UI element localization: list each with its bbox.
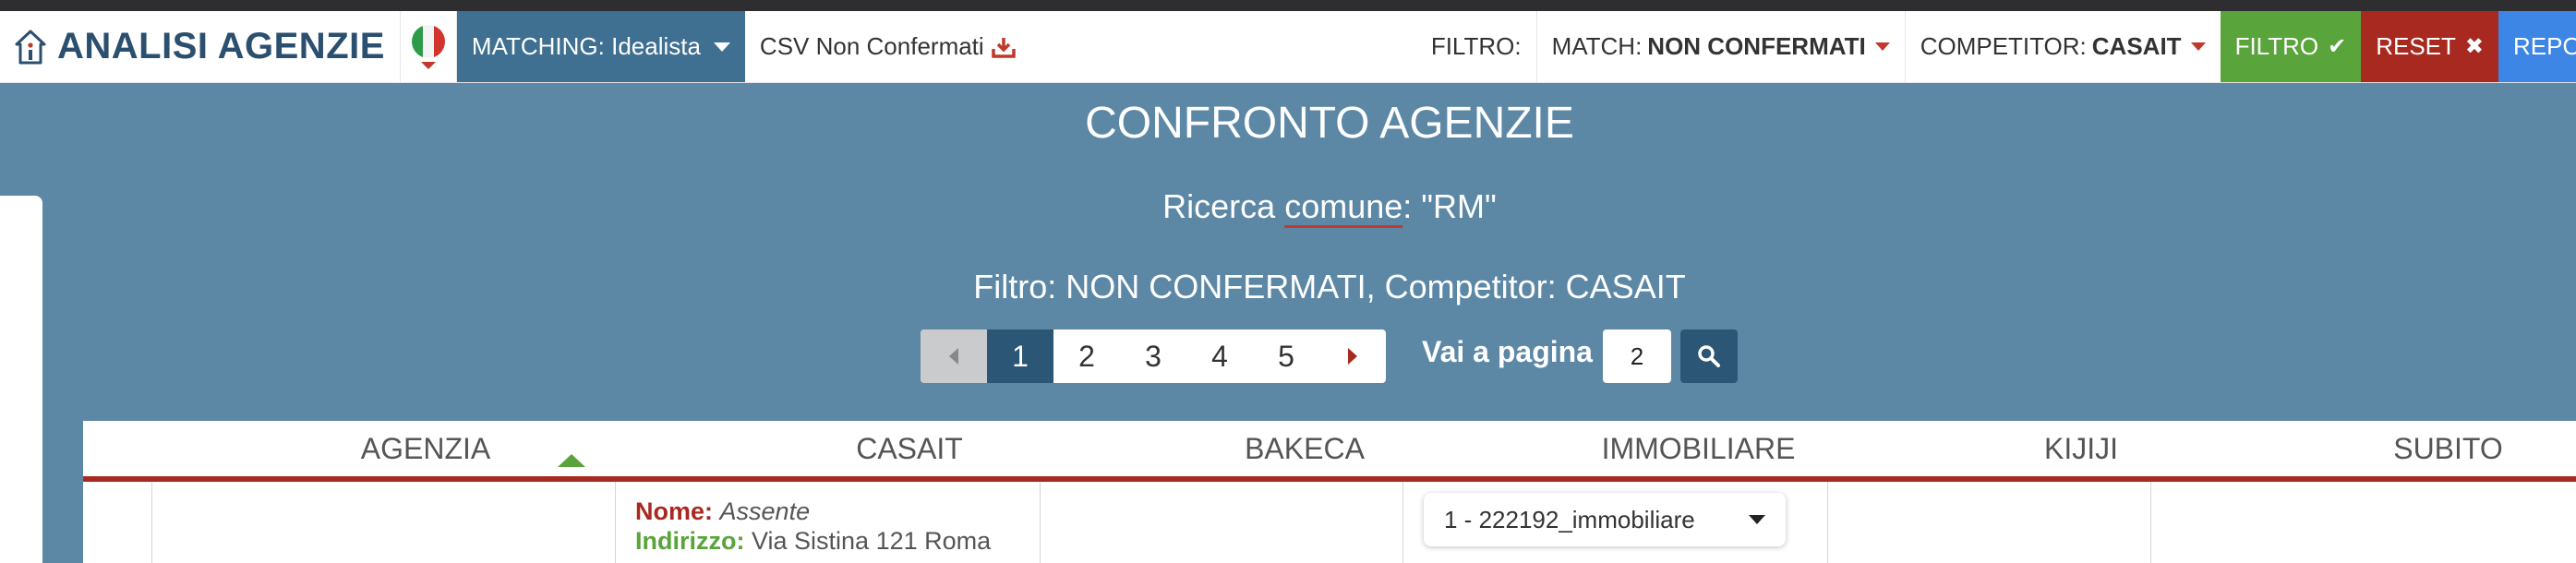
filtro-button[interactable]: FILTRO ✔	[2220, 11, 2362, 82]
casait-nome-line: Nome: Assente	[635, 497, 991, 526]
next-page-button[interactable]	[1319, 329, 1386, 383]
filtro-button-label: FILTRO	[2234, 32, 2319, 60]
competitor-key: COMPETITOR:	[1920, 32, 2087, 60]
window-top-strip	[0, 0, 2576, 11]
filter-label: FILTRO:	[1416, 11, 1536, 82]
report-button[interactable]: REPORT	[2498, 11, 2576, 82]
casait-cell: Nome: Assente Indirizzo: Via Sistina 121…	[635, 497, 991, 556]
side-panel	[0, 196, 42, 563]
column-divider	[1040, 482, 1041, 563]
page-title: CONFRONTO AGENZIE	[1085, 99, 1574, 148]
navbar-spacer	[1030, 11, 1416, 82]
search-word: comune	[1284, 187, 1403, 225]
chevron-left-icon	[949, 348, 958, 365]
page-button-4[interactable]: 4	[1186, 329, 1253, 383]
italy-flag-icon	[411, 24, 445, 58]
casait-indirizzo-value: Via Sistina 121 Roma	[752, 527, 992, 555]
agencies-table: AGENZIA CASAIT BAKECA IMMOBILIARE KIJIJI…	[83, 421, 2576, 563]
matching-dropdown[interactable]: MATCHING: Idealista	[456, 11, 745, 82]
page-button-5[interactable]: 5	[1253, 329, 1319, 383]
column-divider	[615, 482, 616, 563]
search-prefix: Ricerca	[1162, 187, 1285, 225]
check-icon: ✔	[2328, 34, 2347, 59]
chevron-down-icon	[713, 42, 730, 52]
brand[interactable]: ANALISI AGENZIE	[0, 11, 400, 82]
reset-button[interactable]: RESET ✖	[2361, 11, 2498, 82]
home-info-icon	[15, 30, 46, 64]
filter-summary: Filtro: NON CONFERMATI, Competitor: CASA…	[973, 268, 1686, 305]
column-divider	[1402, 482, 1403, 563]
goto-page-label: Vai a pagina	[1422, 335, 1593, 368]
match-dropdown[interactable]: MATCH: NON CONFERMATI	[1535, 11, 1905, 82]
language-selector[interactable]	[399, 11, 457, 82]
chevron-down-icon	[2190, 42, 2206, 51]
download-icon	[991, 37, 1016, 58]
casait-indirizzo-key: Indirizzo:	[635, 527, 745, 555]
csv-non-confermati-link[interactable]: CSV Non Confermati	[745, 11, 1030, 82]
goto-page-button[interactable]	[1680, 329, 1738, 383]
casait-nome-key: Nome:	[635, 497, 714, 525]
chevron-down-icon	[1749, 515, 1765, 524]
immobiliare-select-value: 1 - 222192_immobiliare	[1444, 505, 1695, 533]
pagination: 1 2 3 4 5	[921, 329, 1386, 383]
chevron-down-icon	[1874, 42, 1890, 51]
competitor-dropdown[interactable]: COMPETITOR: CASAIT	[1904, 11, 2221, 82]
matching-label: MATCHING: Idealista	[471, 32, 701, 60]
search-icon	[1698, 345, 1720, 367]
top-navbar: ANALISI AGENZIE MATCHING: Idealista CSV …	[0, 11, 2576, 83]
page-button-1[interactable]: 1	[987, 329, 1053, 383]
chevron-right-icon	[1348, 348, 1357, 365]
search-suffix: : "RM"	[1402, 187, 1497, 225]
immobiliare-select[interactable]: 1 - 222192_immobiliare	[1424, 493, 1786, 546]
casait-nome-value: Assente	[719, 497, 811, 525]
casait-indirizzo-line: Indirizzo: Via Sistina 121 Roma	[635, 526, 991, 556]
prev-page-button[interactable]	[921, 329, 987, 383]
sort-ascending-icon[interactable]	[558, 454, 585, 467]
page-button-3[interactable]: 3	[1120, 329, 1186, 383]
match-value: NON CONFERMATI	[1647, 32, 1866, 60]
column-divider	[2150, 482, 2151, 563]
competitor-value: CASAIT	[2091, 32, 2182, 60]
page-button-2[interactable]: 2	[1053, 329, 1120, 383]
column-divider	[151, 482, 152, 563]
match-key: MATCH:	[1551, 32, 1643, 60]
chevron-down-icon	[420, 61, 436, 69]
csv-label: CSV Non Confermati	[759, 32, 984, 60]
table-header: AGENZIA CASAIT BAKECA IMMOBILIARE KIJIJI…	[83, 421, 2576, 482]
close-icon: ✖	[2464, 34, 2484, 59]
goto-page-input[interactable]	[1603, 329, 1671, 383]
column-header-subito[interactable]: SUBITO	[2150, 421, 2576, 476]
table-body: Nome: Assente Indirizzo: Via Sistina 121…	[83, 482, 2576, 563]
report-button-label: REPORT	[2513, 32, 2576, 60]
filter-label-text: FILTRO:	[1430, 32, 1522, 60]
reset-button-label: RESET	[2376, 32, 2456, 60]
brand-title: ANALISI AGENZIE	[57, 26, 385, 66]
search-summary: Ricerca comune: "RM"	[0, 187, 2576, 226]
column-divider	[1827, 482, 1828, 563]
